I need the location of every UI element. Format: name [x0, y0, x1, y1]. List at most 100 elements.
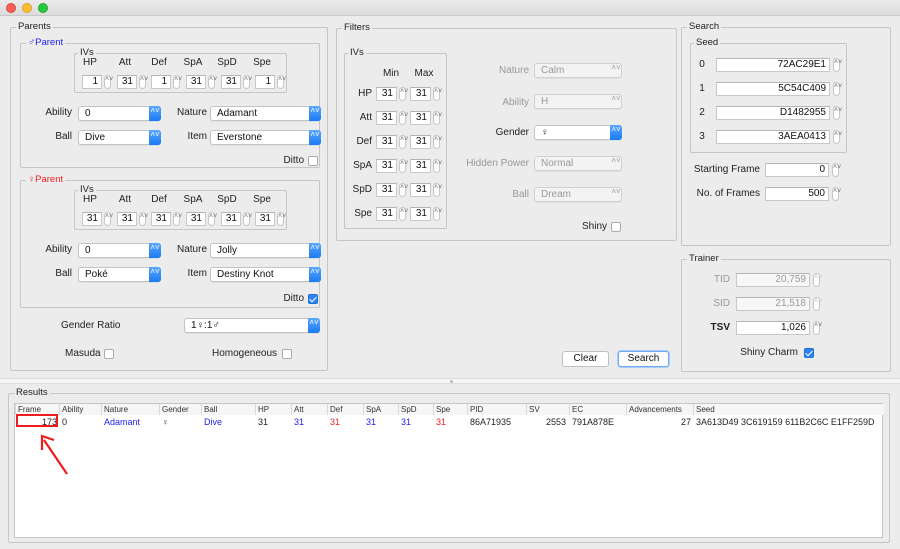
- filter-ability-select[interactable]: H ˄˅: [534, 94, 622, 109]
- female-iv-def-spinner[interactable]: ˄˅: [173, 212, 182, 226]
- filter-iv-spe-min-input[interactable]: 31: [376, 207, 397, 221]
- male-ability-select[interactable]: 0 ˄˅: [78, 106, 161, 121]
- filter-shiny-checkbox[interactable]: [611, 222, 621, 232]
- tid-spinner[interactable]: ˄˅: [813, 273, 822, 287]
- minimize-window-button[interactable]: [22, 3, 32, 13]
- seed-0-input[interactable]: 72AC29E1: [716, 58, 830, 72]
- column-header-ec[interactable]: EC: [569, 404, 626, 415]
- male-iv-def-spinner[interactable]: ˄˅: [173, 75, 182, 89]
- filter-iv-spe-max-input[interactable]: 31: [410, 207, 431, 221]
- filter-iv-def-max-spinner[interactable]: ˄˅: [433, 135, 442, 149]
- filter-iv-hp-max-spinner[interactable]: ˄˅: [433, 87, 442, 101]
- male-nature-select[interactable]: Adamant ˄˅: [210, 106, 321, 121]
- filter-iv-spd-max-input[interactable]: 31: [410, 183, 431, 197]
- filter-iv-att-min-spinner[interactable]: ˄˅: [399, 111, 408, 125]
- column-header-spe[interactable]: Spe: [433, 404, 467, 415]
- column-header-ability[interactable]: Ability: [59, 404, 101, 415]
- filter-ball-select[interactable]: Dream ˄˅: [534, 187, 622, 202]
- filter-iv-spa-min-spinner[interactable]: ˄˅: [399, 159, 408, 173]
- male-iv-hp-spinner[interactable]: ˄˅: [104, 75, 113, 89]
- sid-input[interactable]: 21,518: [736, 297, 810, 311]
- filter-iv-hp-max-input[interactable]: 31: [410, 87, 431, 101]
- male-iv-att-input[interactable]: 31: [117, 75, 137, 89]
- column-header-advancements[interactable]: Advancements: [626, 404, 693, 415]
- filter-gender-select[interactable]: ♀ ˄˅: [534, 125, 622, 140]
- filter-iv-att-max-spinner[interactable]: ˄˅: [433, 111, 442, 125]
- filter-iv-spe-min-spinner[interactable]: ˄˅: [399, 207, 408, 221]
- filter-iv-att-max-input[interactable]: 31: [410, 111, 431, 125]
- female-iv-spa-spinner[interactable]: ˄˅: [208, 212, 217, 226]
- male-iv-hp-input[interactable]: 1: [82, 75, 102, 89]
- female-iv-att-input[interactable]: 31: [117, 212, 137, 226]
- female-item-select[interactable]: Destiny Knot ˄˅: [210, 267, 321, 282]
- column-header-hp[interactable]: HP: [255, 404, 291, 415]
- male-iv-spe-spinner[interactable]: ˄˅: [277, 75, 286, 89]
- female-ditto-checkbox[interactable]: [308, 294, 318, 304]
- filter-nature-select[interactable]: Calm ˄˅: [534, 63, 622, 78]
- female-iv-spd-input[interactable]: 31: [221, 212, 241, 226]
- female-ball-select[interactable]: Poké ˄˅: [78, 267, 161, 282]
- column-header-sv[interactable]: SV: [526, 404, 569, 415]
- clear-button[interactable]: Clear: [562, 351, 609, 367]
- column-header-seed[interactable]: Seed: [693, 404, 884, 415]
- seed-1-spinner[interactable]: ˄˅: [833, 82, 842, 96]
- filter-iv-def-max-input[interactable]: 31: [410, 135, 431, 149]
- filter-iv-spd-min-input[interactable]: 31: [376, 183, 397, 197]
- results-table[interactable]: Frame Ability Nature Gender Ball HP Att Def SpA S…: [14, 403, 884, 538]
- female-iv-att-spinner[interactable]: ˄˅: [139, 212, 148, 226]
- column-header-att[interactable]: Att: [291, 404, 327, 415]
- filter-iv-att-min-input[interactable]: 31: [376, 111, 397, 125]
- column-header-pid[interactable]: PID: [467, 404, 526, 415]
- female-ability-select[interactable]: 0 ˄˅: [78, 243, 161, 258]
- male-ditto-checkbox[interactable]: [308, 156, 318, 166]
- column-header-ball[interactable]: Ball: [201, 404, 255, 415]
- female-iv-spa-input[interactable]: 31: [186, 212, 206, 226]
- masuda-checkbox[interactable]: [104, 349, 114, 359]
- seed-3-spinner[interactable]: ˄˅: [833, 130, 842, 144]
- female-iv-spe-spinner[interactable]: ˄˅: [277, 212, 286, 226]
- seed-2-input[interactable]: D1482955: [716, 106, 830, 120]
- tsv-spinner[interactable]: ˄˅: [813, 321, 822, 335]
- filter-iv-hp-min-input[interactable]: 31: [376, 87, 397, 101]
- male-iv-spa-spinner[interactable]: ˄˅: [208, 75, 217, 89]
- column-header-gender[interactable]: Gender: [159, 404, 201, 415]
- seed-2-spinner[interactable]: ˄˅: [833, 106, 842, 120]
- gender-ratio-select[interactable]: 1♀:1♂ ˄˅: [184, 318, 320, 333]
- filter-iv-def-min-input[interactable]: 31: [376, 135, 397, 149]
- female-iv-def-input[interactable]: 31: [151, 212, 171, 226]
- female-iv-hp-input[interactable]: 31: [82, 212, 102, 226]
- starting-frame-spinner[interactable]: ˄˅: [832, 163, 841, 177]
- zoom-window-button[interactable]: [38, 3, 48, 13]
- num-frames-input[interactable]: 500: [765, 187, 829, 201]
- column-header-spa[interactable]: SpA: [363, 404, 398, 415]
- male-iv-att-spinner[interactable]: ˄˅: [139, 75, 148, 89]
- seed-0-spinner[interactable]: ˄˅: [833, 58, 842, 72]
- column-header-nature[interactable]: Nature: [101, 404, 159, 415]
- male-iv-spd-input[interactable]: 31: [221, 75, 241, 89]
- filter-hidden-power-select[interactable]: Normal ˄˅: [534, 156, 622, 171]
- homogeneous-checkbox[interactable]: [282, 349, 292, 359]
- column-header-def[interactable]: Def: [327, 404, 363, 415]
- female-iv-spd-spinner[interactable]: ˄˅: [243, 212, 252, 226]
- shiny-charm-checkbox[interactable]: [804, 348, 814, 358]
- column-header-spd[interactable]: SpD: [398, 404, 433, 415]
- male-iv-def-input[interactable]: 1: [151, 75, 171, 89]
- male-item-select[interactable]: Everstone ˄˅: [210, 130, 321, 145]
- seed-3-input[interactable]: 3AEA0413: [716, 130, 830, 144]
- filter-iv-spe-max-spinner[interactable]: ˄˅: [433, 207, 442, 221]
- female-iv-spe-input[interactable]: 31: [255, 212, 275, 226]
- female-nature-select[interactable]: Jolly ˄˅: [210, 243, 321, 258]
- starting-frame-input[interactable]: 0: [765, 163, 829, 177]
- close-window-button[interactable]: [6, 3, 16, 13]
- search-button[interactable]: Search: [618, 351, 669, 367]
- filter-iv-spa-min-input[interactable]: 31: [376, 159, 397, 173]
- male-ball-select[interactable]: Dive ˄˅: [78, 130, 161, 145]
- male-iv-spd-spinner[interactable]: ˄˅: [243, 75, 252, 89]
- tid-input[interactable]: 20,759: [736, 273, 810, 287]
- seed-1-input[interactable]: 5C54C409: [716, 82, 830, 96]
- filter-iv-spd-min-spinner[interactable]: ˄˅: [399, 183, 408, 197]
- filter-iv-spd-max-spinner[interactable]: ˄˅: [433, 183, 442, 197]
- filter-iv-hp-min-spinner[interactable]: ˄˅: [399, 87, 408, 101]
- tsv-input[interactable]: 1,026: [736, 321, 810, 335]
- num-frames-spinner[interactable]: ˄˅: [832, 187, 841, 201]
